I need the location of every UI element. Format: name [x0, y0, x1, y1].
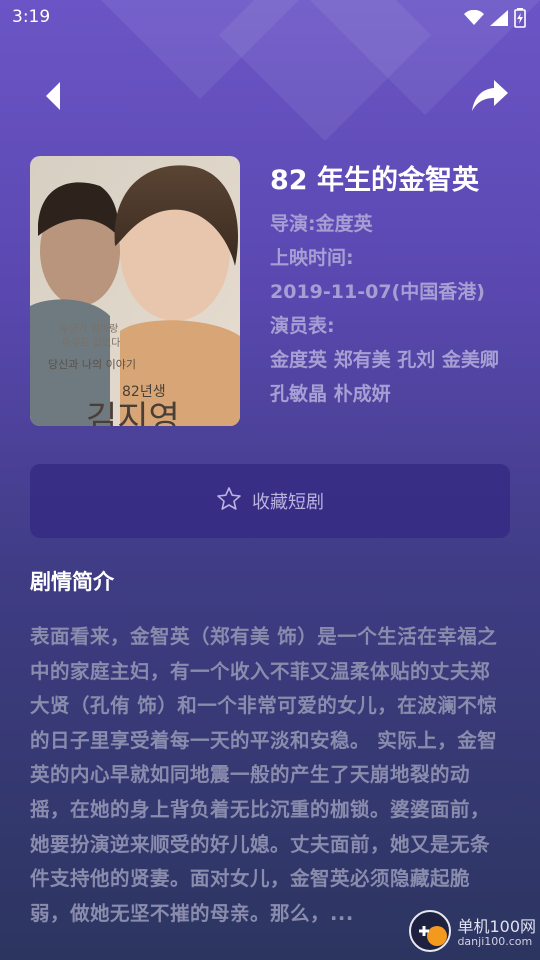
top-nav [0, 78, 540, 118]
watermark-text: 单机100网 [457, 916, 536, 936]
status-time: 3:19 [12, 7, 51, 27]
wifi-icon [464, 9, 484, 30]
share-icon [470, 80, 510, 118]
poster-title-large: 김지영 [86, 399, 180, 426]
svg-text:누군가 엄마랑: 누군가 엄마랑 [60, 323, 118, 335]
movie-info: 82 年生的金智英 导演:金度英 上映时间: 2019-11-07(中国香港) … [270, 156, 510, 411]
cast-label: 演员表: [270, 315, 335, 337]
collect-button[interactable]: 收藏短剧 [30, 464, 510, 538]
battery-icon [514, 8, 526, 32]
movie-director: 导演:金度英 [270, 213, 373, 235]
watermark-logo-icon [407, 908, 453, 958]
back-button[interactable] [40, 78, 70, 114]
cast-list: 金度英 郑有美 孔刘 金美卿 孔敏晶 朴成妍 [270, 349, 499, 405]
poster-title-small: 82년생 [122, 384, 166, 400]
svg-text:아무도 없었다: 아무도 없었다 [62, 336, 120, 349]
status-bar: 3:19 [0, 0, 540, 36]
release-label: 上映时间: [270, 247, 354, 269]
star-icon [216, 486, 242, 516]
watermark-sub: danji100.com [457, 934, 533, 948]
watermark: 单机100网 danji100.com [407, 908, 536, 958]
synopsis-heading: 剧情简介 [30, 570, 114, 594]
share-button[interactable] [470, 78, 510, 114]
signal-icon [490, 10, 508, 30]
collect-label: 收藏短剧 [252, 492, 324, 513]
movie-title: 82 年生的金智英 [270, 165, 479, 196]
poster-tagline: 당신과 나의 이야기 [48, 358, 136, 371]
synopsis-text: 表面看来，金智英（郑有美 饰）是一个生活在幸福之中的家庭主妇，有一个收入不菲又温… [30, 625, 498, 925]
release-date: 2019-11-07(中国香港) [270, 281, 485, 303]
back-arrow-icon [40, 82, 70, 118]
movie-poster[interactable]: 누군가 엄마랑 아무도 없었다 당신과 나의 이야기 82년생 김지영 [30, 156, 240, 426]
